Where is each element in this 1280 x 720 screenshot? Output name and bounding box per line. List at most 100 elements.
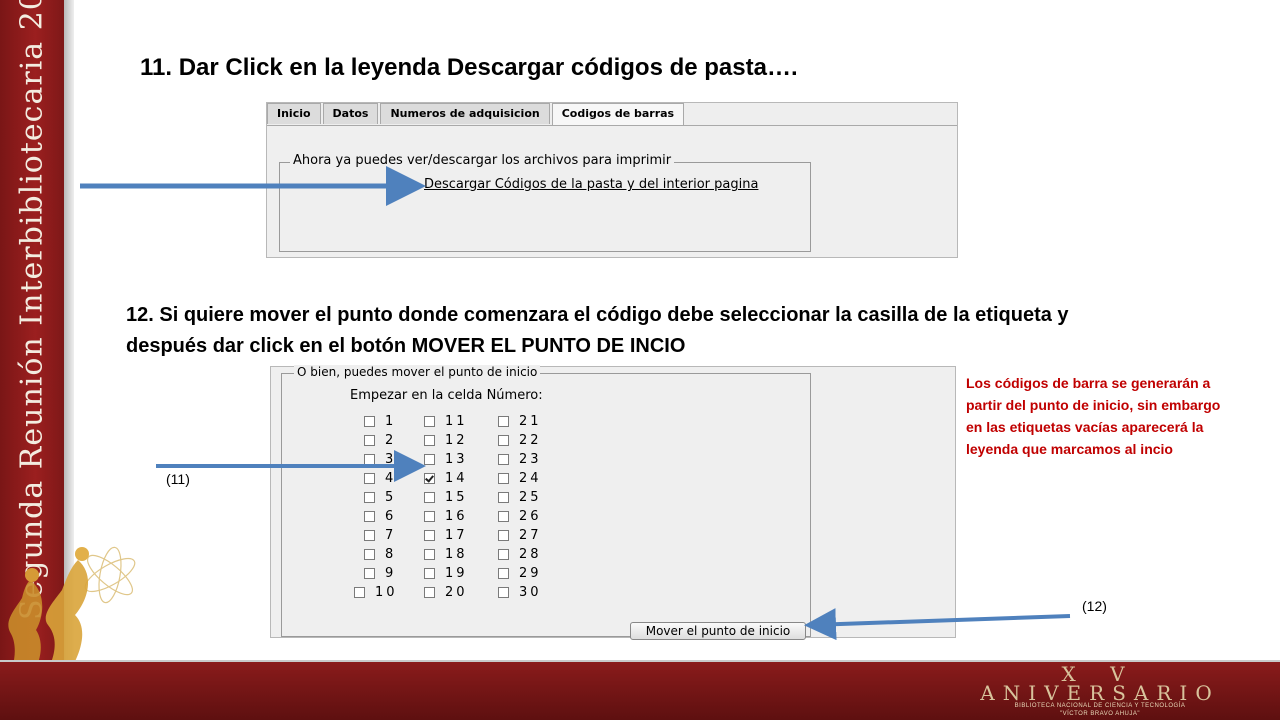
cell-checkbox-6[interactable]: 6 bbox=[364, 507, 396, 526]
cell-number: 9 bbox=[385, 566, 397, 581]
cell-checkbox-24[interactable]: 24 bbox=[498, 469, 542, 488]
move-start-point-button[interactable]: Mover el punto de inicio bbox=[630, 622, 806, 640]
cell-number: 18 bbox=[445, 547, 468, 562]
checkbox-box[interactable] bbox=[364, 511, 375, 522]
checkbox-box[interactable] bbox=[364, 416, 375, 427]
tab-datos[interactable]: Datos bbox=[322, 103, 379, 124]
cell-number: 16 bbox=[445, 509, 468, 524]
tab-bar: Inicio Datos Numeros de adquisicion Codi… bbox=[267, 103, 686, 126]
checkbox-box[interactable] bbox=[498, 435, 509, 446]
cell-number: 8 bbox=[385, 547, 397, 562]
checkbox-box[interactable] bbox=[498, 530, 509, 541]
cell-checkbox-11[interactable]: 11 bbox=[424, 412, 468, 431]
cell-checkbox-2[interactable]: 2 bbox=[364, 431, 396, 450]
red-note: Los códigos de barra se generarán a part… bbox=[966, 375, 1221, 457]
cell-number: 25 bbox=[519, 490, 542, 505]
tab-inicio[interactable]: Inicio bbox=[267, 103, 321, 124]
cell-checkbox-1[interactable]: 1 bbox=[364, 412, 396, 431]
checkbox-box[interactable] bbox=[498, 549, 509, 560]
step-11-heading: 11. Dar Click en la leyenda Descargar có… bbox=[140, 54, 798, 81]
cell-checkbox-13[interactable]: 13 bbox=[424, 450, 468, 469]
cell-checkbox-30[interactable]: 30 bbox=[498, 583, 542, 602]
cell-checkbox-7[interactable]: 7 bbox=[364, 526, 396, 545]
cell-checkbox-20[interactable]: 20 bbox=[424, 583, 468, 602]
checkbox-box[interactable] bbox=[498, 492, 509, 503]
step-12-instructions: 12. Si quiere mover el punto donde comen… bbox=[126, 304, 1069, 357]
checkbox-box[interactable] bbox=[364, 473, 375, 484]
cell-checkbox-8[interactable]: 8 bbox=[364, 545, 396, 564]
checkbox-box[interactable] bbox=[498, 568, 509, 579]
cell-number: 20 bbox=[445, 585, 468, 600]
checkbox-box[interactable] bbox=[424, 435, 435, 446]
cell-checkbox-22[interactable]: 22 bbox=[498, 431, 542, 450]
checkbox-box[interactable] bbox=[364, 549, 375, 560]
checkbox-box[interactable] bbox=[498, 511, 509, 522]
cell-checkbox-29[interactable]: 29 bbox=[498, 564, 542, 583]
cell-checkbox-3[interactable]: 3 bbox=[364, 450, 396, 469]
cell-checkbox-10[interactable]: 10 bbox=[354, 583, 398, 602]
download-barcodes-link[interactable]: Descargar Códigos de la pasta y del inte… bbox=[424, 177, 758, 192]
checkbox-box[interactable] bbox=[424, 587, 435, 598]
tab-numeros-adquisicion[interactable]: Numeros de adquisicion bbox=[380, 103, 550, 124]
cell-number: 30 bbox=[519, 585, 542, 600]
anniversary-word: ANIVERSARIO bbox=[980, 681, 1220, 705]
checkbox-box[interactable] bbox=[498, 416, 509, 427]
cell-number: 29 bbox=[519, 566, 542, 581]
checkbox-box[interactable] bbox=[424, 473, 435, 484]
cell-checkbox-5[interactable]: 5 bbox=[364, 488, 396, 507]
cell-number: 17 bbox=[445, 528, 468, 543]
cell-checkbox-21[interactable]: 21 bbox=[498, 412, 542, 431]
checkbox-box[interactable] bbox=[498, 473, 509, 484]
cell-number: 13 bbox=[445, 452, 468, 467]
cell-number: 15 bbox=[445, 490, 468, 505]
cell-number: 26 bbox=[519, 509, 542, 524]
checkbox-box[interactable] bbox=[498, 454, 509, 465]
checkbox-box[interactable] bbox=[364, 492, 375, 503]
start-cell-label: Empezar en la celda Número: bbox=[350, 388, 543, 403]
checkbox-box[interactable] bbox=[424, 416, 435, 427]
cell-checkbox-28[interactable]: 28 bbox=[498, 545, 542, 564]
cell-checkbox-19[interactable]: 19 bbox=[424, 564, 468, 583]
cell-checkbox-27[interactable]: 27 bbox=[498, 526, 542, 545]
cell-checkbox-18[interactable]: 18 bbox=[424, 545, 468, 564]
cell-number: 4 bbox=[385, 471, 397, 486]
cell-checkbox-9[interactable]: 9 bbox=[364, 564, 396, 583]
cell-number: 2 bbox=[385, 433, 397, 448]
start-point-legend: O bien, puedes mover el punto de inicio bbox=[294, 365, 541, 379]
barcode-tab-panel: Inicio Datos Numeros de adquisicion Codi… bbox=[266, 102, 958, 258]
cell-checkbox-23[interactable]: 23 bbox=[498, 450, 542, 469]
start-point-fieldset: O bien, puedes mover el punto de inicio … bbox=[281, 365, 811, 640]
callout-label-12: (12) bbox=[1082, 598, 1107, 614]
cell-number: 28 bbox=[519, 547, 542, 562]
download-fieldset: Ahora ya puedes ver/descargar los archiv… bbox=[279, 153, 811, 252]
cell-checkbox-25[interactable]: 25 bbox=[498, 488, 542, 507]
cell-number: 22 bbox=[519, 433, 542, 448]
cell-checkbox-4[interactable]: 4 bbox=[364, 469, 396, 488]
callout-label-11: (11) bbox=[166, 471, 190, 487]
cell-number: 12 bbox=[445, 433, 468, 448]
checkbox-box[interactable] bbox=[424, 549, 435, 560]
cell-checkbox-12[interactable]: 12 bbox=[424, 431, 468, 450]
tab-content: Ahora ya puedes ver/descargar los archiv… bbox=[267, 125, 957, 257]
checkbox-box[interactable] bbox=[354, 587, 365, 598]
checkbox-box[interactable] bbox=[424, 530, 435, 541]
cell-number: 11 bbox=[445, 414, 468, 429]
checkbox-box[interactable] bbox=[424, 492, 435, 503]
checkbox-box[interactable] bbox=[364, 568, 375, 579]
checkbox-box[interactable] bbox=[424, 511, 435, 522]
checkbox-box[interactable] bbox=[364, 435, 375, 446]
tab-codigos-barras[interactable]: Codigos de barras bbox=[551, 103, 685, 126]
checkbox-box[interactable] bbox=[424, 454, 435, 465]
cell-checkbox-17[interactable]: 17 bbox=[424, 526, 468, 545]
cell-checkbox-14[interactable]: 14 bbox=[424, 469, 468, 488]
cell-number: 10 bbox=[375, 585, 398, 600]
cell-number: 19 bbox=[445, 566, 468, 581]
checkbox-box[interactable] bbox=[364, 454, 375, 465]
cell-number: 24 bbox=[519, 471, 542, 486]
checkbox-box[interactable] bbox=[364, 530, 375, 541]
cell-checkbox-15[interactable]: 15 bbox=[424, 488, 468, 507]
checkbox-box[interactable] bbox=[424, 568, 435, 579]
checkbox-box[interactable] bbox=[498, 587, 509, 598]
cell-checkbox-16[interactable]: 16 bbox=[424, 507, 468, 526]
cell-checkbox-26[interactable]: 26 bbox=[498, 507, 542, 526]
